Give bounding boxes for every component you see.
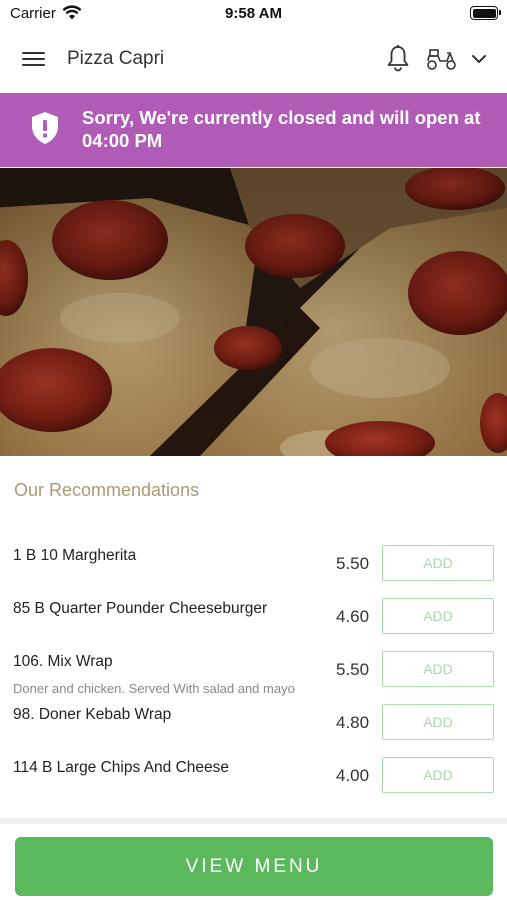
bell-icon[interactable]	[385, 44, 411, 72]
pepperoni-pizza-image	[0, 168, 507, 456]
item-name: 98. Doner Kebab Wrap	[13, 706, 172, 723]
item-price: 4.80	[336, 713, 370, 732]
hero-image	[0, 168, 507, 456]
list-item: 98. Doner Kebab Wrap 4.80 ADD	[0, 694, 507, 747]
add-button[interactable]: ADD	[382, 598, 494, 634]
item-price: 5.50	[336, 554, 370, 573]
item-price: 5.50	[336, 660, 370, 679]
status-bar: Carrier 9:58 AM	[0, 0, 507, 28]
item-price: 4.00	[336, 766, 370, 785]
item-price: 4.60	[336, 607, 370, 626]
item-name: 114 B Large Chips And Cheese	[13, 759, 230, 776]
shield-alert-icon	[32, 112, 58, 144]
app-header: Pizza Capri	[0, 28, 507, 92]
item-name: 1 B 10 Margherita	[13, 547, 137, 564]
restaurant-title: Pizza Capri	[67, 48, 165, 69]
list-item: 1 B 10 Margherita 5.50 ADD	[0, 535, 507, 588]
item-name: 106. Mix Wrap	[13, 653, 113, 670]
delivery-scooter-icon[interactable]	[426, 46, 458, 72]
chevron-down-icon[interactable]	[470, 50, 488, 68]
recommendations-list: 1 B 10 Margherita 5.50 ADD 85 B Quarter …	[0, 535, 507, 800]
bottom-bar: VIEW MENU	[0, 818, 507, 900]
add-button[interactable]: ADD	[382, 757, 494, 793]
closed-message: Sorry, We're currently closed and will o…	[82, 107, 481, 151]
clock: 9:58 AM	[225, 5, 282, 22]
recommendations-heading: Our Recommendations	[14, 480, 200, 500]
add-button[interactable]: ADD	[382, 651, 494, 687]
menu-icon[interactable]	[22, 49, 46, 69]
view-menu-button[interactable]: VIEW MENU	[15, 837, 493, 896]
closed-banner: Sorry, We're currently closed and will o…	[0, 93, 507, 167]
add-button[interactable]: ADD	[382, 545, 494, 581]
battery-icon	[470, 6, 501, 20]
item-name: 85 B Quarter Pounder Cheeseburger	[13, 600, 268, 617]
list-item: 114 B Large Chips And Cheese 4.00 ADD	[0, 747, 507, 800]
add-button[interactable]: ADD	[382, 704, 494, 740]
list-item: 106. Mix Wrap Doner and chicken. Served …	[0, 641, 507, 696]
list-item: 85 B Quarter Pounder Cheeseburger 4.60 A…	[0, 588, 507, 641]
